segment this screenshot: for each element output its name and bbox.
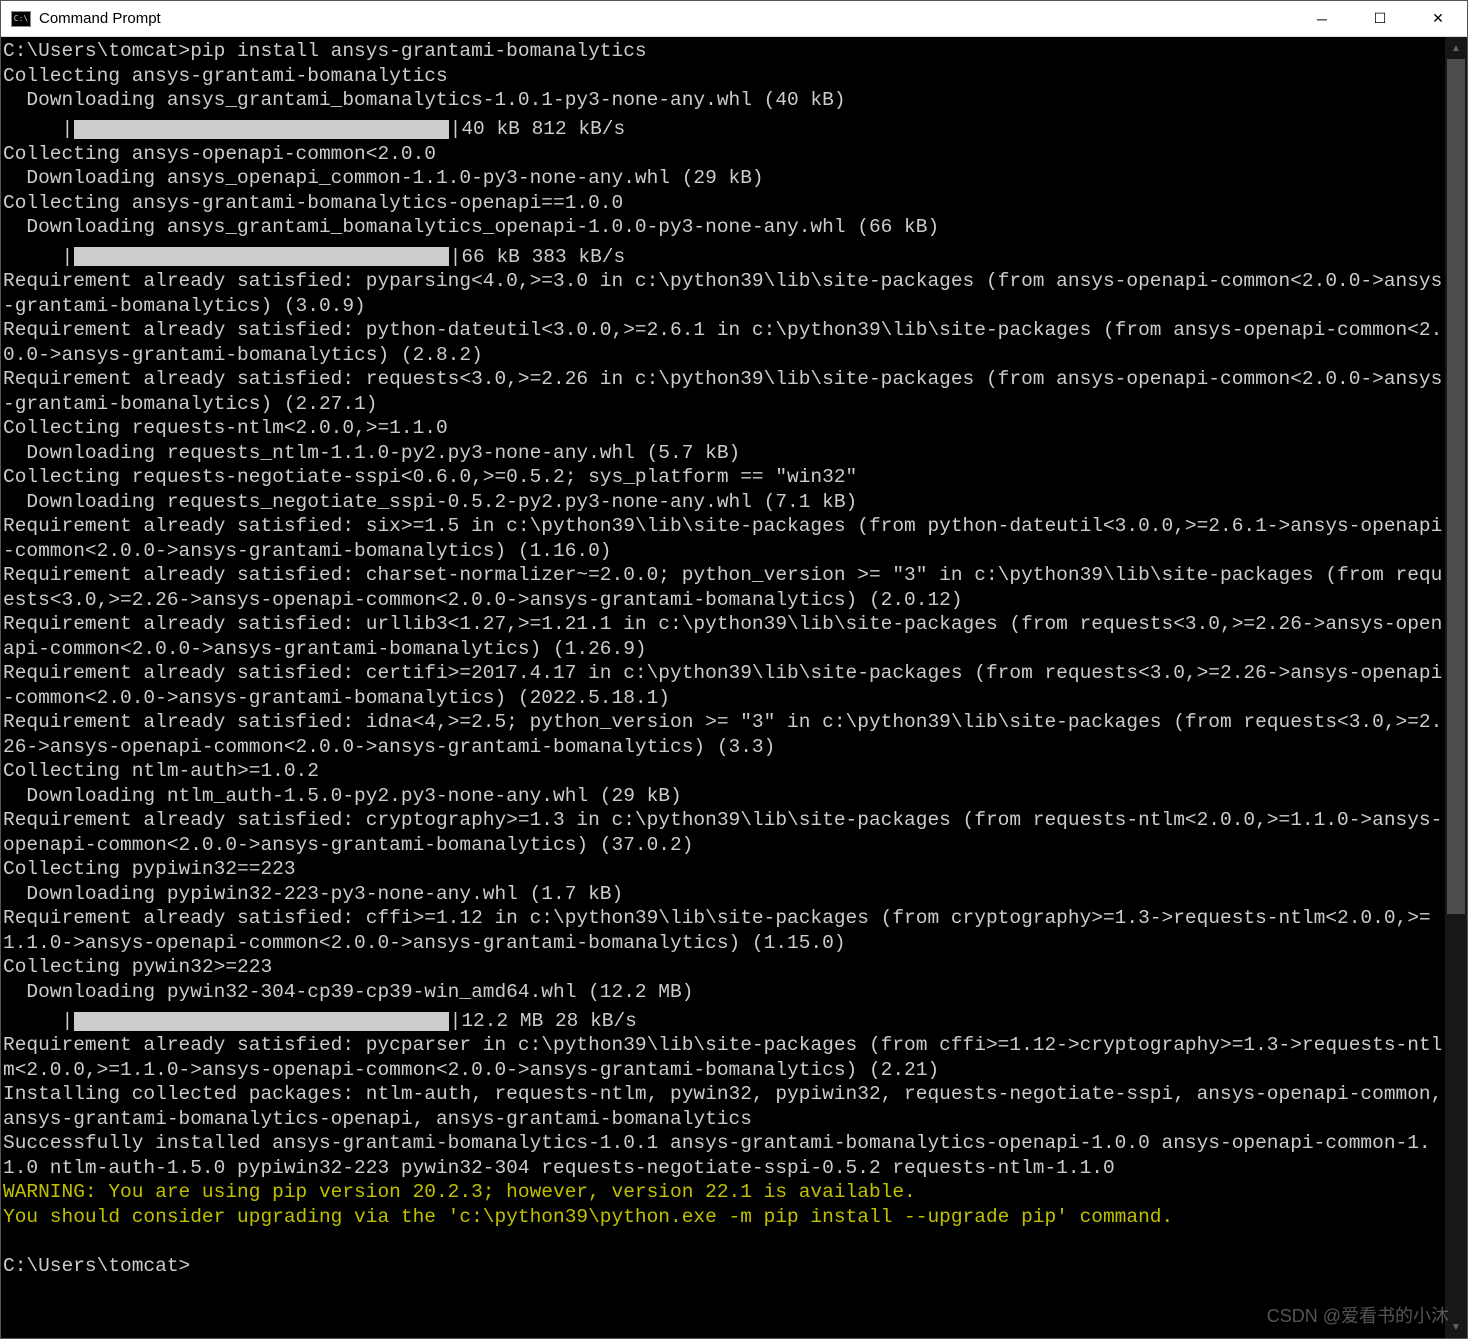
output-line: Requirement already satisfied: urllib3<1… xyxy=(3,613,1442,660)
progress-bar xyxy=(74,247,448,266)
output-line: Requirement already satisfied: six>=1.5 … xyxy=(3,515,1442,562)
command-prompt-window: C:\ Command Prompt ─ ☐ ✕ C:\Users\tomcat… xyxy=(0,0,1468,1339)
output-line: Requirement already satisfied: pyparsing… xyxy=(3,270,1442,317)
output-line: Downloading ansys_grantami_bomanalytics_… xyxy=(3,216,939,238)
scroll-thumb[interactable] xyxy=(1447,59,1465,914)
output-line: Downloading requests_ntlm-1.1.0-py2.py3-… xyxy=(3,442,740,464)
output-line: C:\Users\tomcat>pip install ansys-granta… xyxy=(3,40,647,62)
output-line: Downloading requests_negotiate_sspi-0.5.… xyxy=(3,491,857,513)
output-line: Requirement already satisfied: python-da… xyxy=(3,319,1442,366)
close-button[interactable]: ✕ xyxy=(1409,1,1467,37)
prompt-line: C:\Users\tomcat> xyxy=(3,1255,190,1277)
progress-bar xyxy=(74,1012,448,1031)
app-icon: C:\ xyxy=(11,11,31,27)
output-line: Collecting ansys-grantami-bomanalytics xyxy=(3,65,448,87)
output-line: Requirement already satisfied: idna<4,>=… xyxy=(3,711,1442,758)
progress-line: || 66 kB 383 kB/s xyxy=(3,245,625,270)
progress-line: || 40 kB 812 kB/s xyxy=(3,117,625,142)
output-line: Requirement already satisfied: pycparser… xyxy=(3,1034,1442,1081)
output-line: Collecting pypiwin32==223 xyxy=(3,858,296,880)
minimize-button[interactable]: ─ xyxy=(1293,1,1351,37)
scroll-up-arrow[interactable]: ▲ xyxy=(1445,37,1467,59)
output-line: Downloading ansys_grantami_bomanalytics-… xyxy=(3,89,846,111)
output-line: Requirement already satisfied: requests<… xyxy=(3,368,1442,415)
progress-text: 66 kB 383 kB/s xyxy=(461,245,625,270)
warning-line: You should consider upgrading via the 'c… xyxy=(3,1206,1173,1228)
progress-bar xyxy=(74,120,448,139)
output-line: Collecting requests-negotiate-sspi<0.6.0… xyxy=(3,466,857,488)
progress-text: 12.2 MB 28 kB/s xyxy=(461,1009,637,1034)
output-line: Collecting ntlm-auth>=1.0.2 xyxy=(3,760,319,782)
output-line: Requirement already satisfied: cffi>=1.1… xyxy=(3,907,1431,954)
output-line: Downloading pypiwin32-223-py3-none-any.w… xyxy=(3,883,623,905)
output-line: Installing collected packages: ntlm-auth… xyxy=(3,1083,1445,1130)
progress-text: 40 kB 812 kB/s xyxy=(461,117,625,142)
output-line: Collecting requests-ntlm<2.0.0,>=1.1.0 xyxy=(3,417,448,439)
output-line: Downloading pywin32-304-cp39-cp39-win_am… xyxy=(3,981,693,1003)
titlebar[interactable]: C:\ Command Prompt ─ ☐ ✕ xyxy=(1,1,1467,37)
output-line: Downloading ansys_openapi_common-1.1.0-p… xyxy=(3,167,764,189)
maximize-button[interactable]: ☐ xyxy=(1351,1,1409,37)
watermark-text: CSDN @爱看书的小沐 xyxy=(1267,1302,1449,1328)
terminal-area: C:\Users\tomcat>pip install ansys-granta… xyxy=(1,37,1467,1338)
window-title: Command Prompt xyxy=(39,10,161,27)
output-line: Collecting ansys-grantami-bomanalytics-o… xyxy=(3,192,623,214)
output-line: Successfully installed ansys-grantami-bo… xyxy=(3,1132,1431,1179)
progress-line: || 12.2 MB 28 kB/s xyxy=(3,1009,637,1034)
output-line: Collecting pywin32>=223 xyxy=(3,956,272,978)
terminal-output[interactable]: C:\Users\tomcat>pip install ansys-granta… xyxy=(1,37,1445,1338)
output-line: Collecting ansys-openapi-common<2.0.0 xyxy=(3,143,436,165)
output-line: Downloading ntlm_auth-1.5.0-py2.py3-none… xyxy=(3,785,682,807)
output-line: Requirement already satisfied: certifi>=… xyxy=(3,662,1442,709)
vertical-scrollbar[interactable]: ▲ ▼ xyxy=(1445,37,1467,1338)
scroll-track[interactable] xyxy=(1445,59,1467,1316)
output-line: Requirement already satisfied: charset-n… xyxy=(3,564,1442,611)
output-line: Requirement already satisfied: cryptogra… xyxy=(3,809,1442,856)
warning-line: WARNING: You are using pip version 20.2.… xyxy=(3,1181,916,1203)
